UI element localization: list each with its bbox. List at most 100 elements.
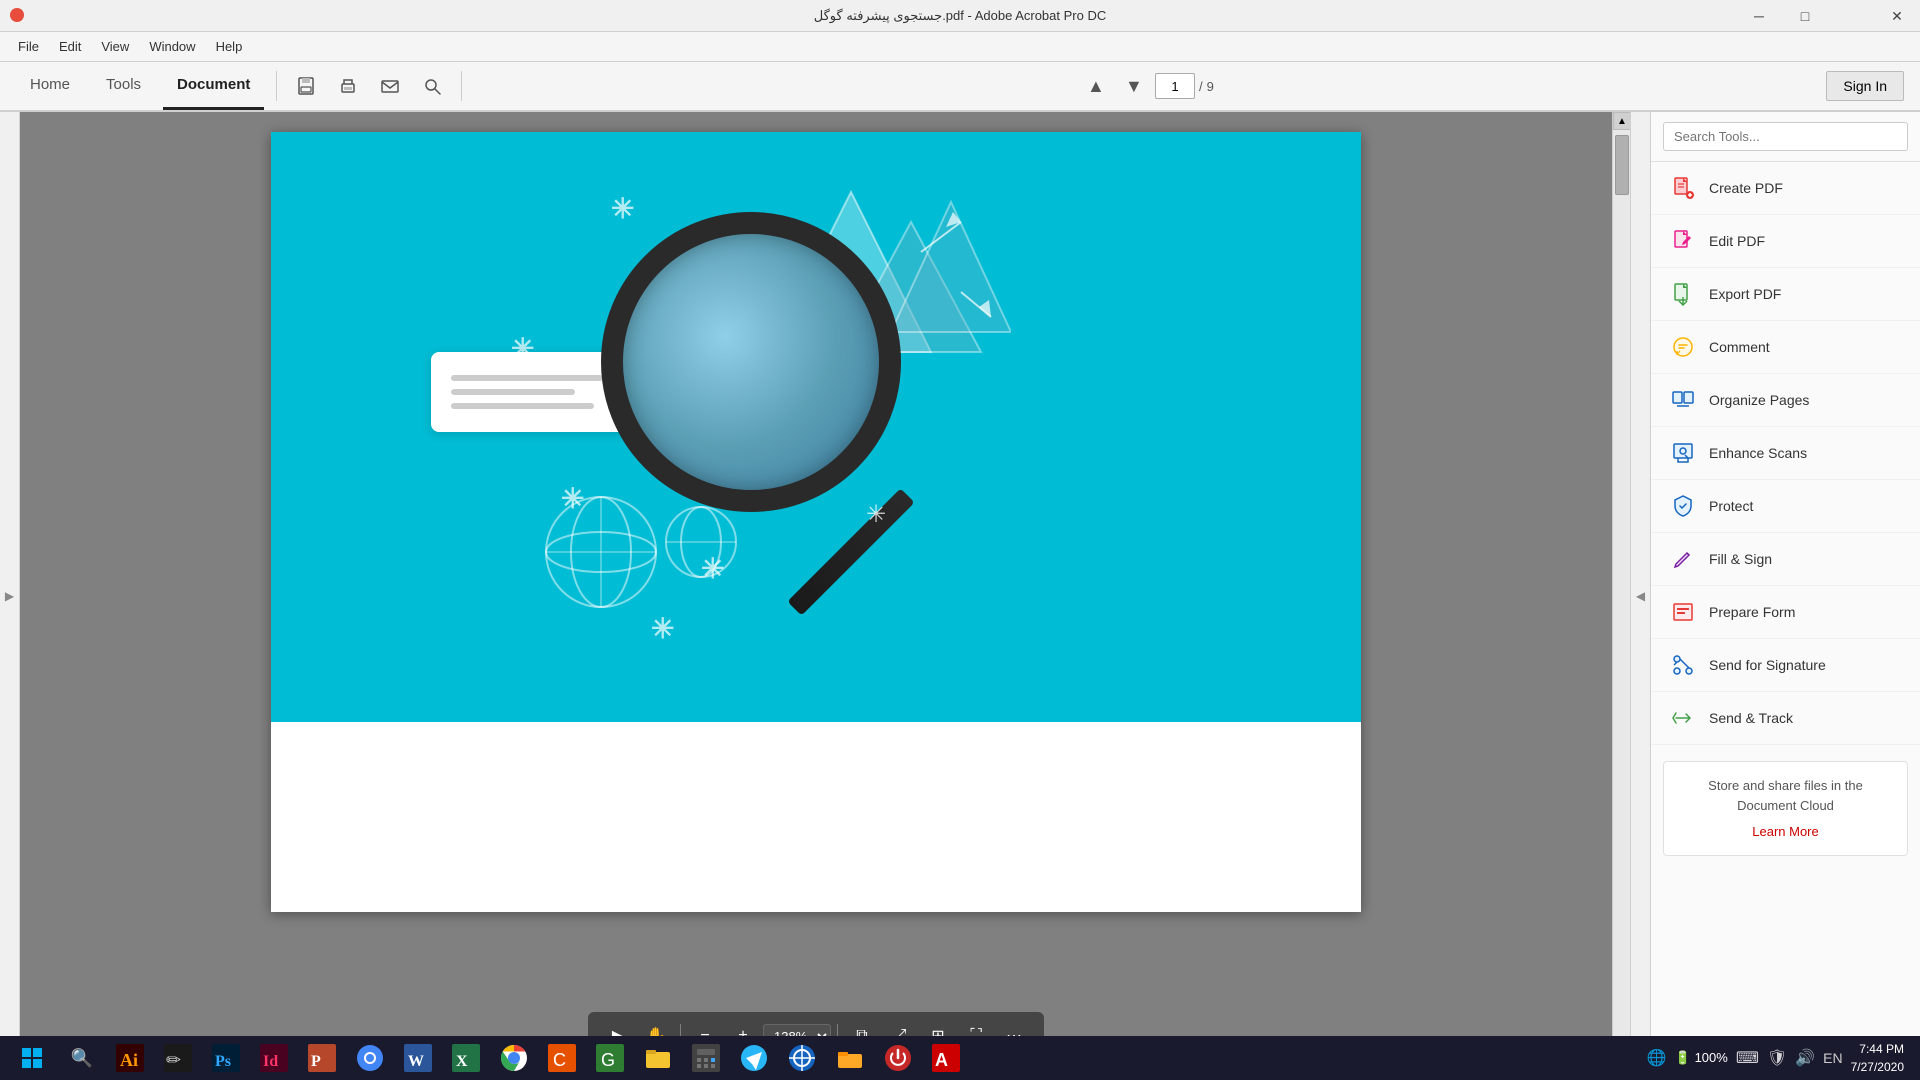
- search-line-3: [451, 403, 594, 409]
- search-button[interactable]: [415, 69, 449, 103]
- scroll-track[interactable]: [1613, 130, 1630, 1062]
- toolbar-separator: [276, 71, 277, 101]
- taskbar-word[interactable]: W: [396, 1036, 440, 1080]
- keyboard-icon[interactable]: ⌨: [1736, 1048, 1759, 1068]
- tab-document[interactable]: Document: [163, 62, 264, 110]
- start-button[interactable]: [8, 1038, 56, 1078]
- save-button[interactable]: [289, 69, 323, 103]
- sign-in-button[interactable]: Sign In: [1826, 71, 1904, 101]
- edit-pdf-label: Edit PDF: [1709, 233, 1765, 249]
- taskbar-shutdown[interactable]: [876, 1036, 920, 1080]
- taskbar: 🔍 Ai ✏ Ps Id P W X C G: [0, 1036, 1920, 1080]
- left-panel-toggle[interactable]: ▶: [0, 112, 20, 1080]
- enhance-scans-icon: [1669, 439, 1697, 467]
- tool-organize-pages[interactable]: Organize Pages: [1651, 374, 1920, 427]
- tool-comment[interactable]: Comment: [1651, 321, 1920, 374]
- print-button[interactable]: [331, 69, 365, 103]
- menu-edit[interactable]: Edit: [49, 35, 91, 58]
- protect-label: Protect: [1709, 498, 1753, 514]
- protect-icon: [1669, 492, 1697, 520]
- document-area: ✳ ✳ ✳ ✳ ✳ ✳: [20, 112, 1612, 1080]
- menu-view[interactable]: View: [91, 35, 139, 58]
- create-pdf-icon: [1669, 174, 1697, 202]
- next-page-button[interactable]: ▼: [1117, 69, 1151, 103]
- tool-send-track[interactable]: Send & Track: [1651, 692, 1920, 745]
- menu-file[interactable]: File: [8, 35, 49, 58]
- comment-icon: [1669, 333, 1697, 361]
- edit-pdf-icon: [1669, 227, 1697, 255]
- taskbar-chrome[interactable]: [492, 1036, 536, 1080]
- taskbar-browser[interactable]: [348, 1036, 392, 1080]
- tool-prepare-form[interactable]: Prepare Form: [1651, 586, 1920, 639]
- taskbar-photoshop[interactable]: Ps: [204, 1036, 248, 1080]
- menu-help[interactable]: Help: [206, 35, 253, 58]
- page-navigation: ▲ ▼ 1 / 9: [1079, 69, 1214, 103]
- tools-panel: Create PDF Edit PDF Export PDF Comment O: [1650, 112, 1920, 1080]
- tab-tools[interactable]: Tools: [92, 62, 155, 110]
- taskbar-app-green[interactable]: G: [588, 1036, 632, 1080]
- tool-fill-sign[interactable]: Fill & Sign: [1651, 533, 1920, 586]
- taskbar-folder[interactable]: [828, 1036, 872, 1080]
- pdf-illustration: ✳ ✳ ✳ ✳ ✳ ✳: [271, 132, 1361, 722]
- taskbar-app-orange[interactable]: C: [540, 1036, 584, 1080]
- send-signature-icon: [1669, 651, 1697, 679]
- svg-text:X: X: [456, 1053, 468, 1070]
- main-layout: ▶ ✳ ✳ ✳ ✳ ✳ ✳: [0, 112, 1920, 1080]
- svg-text:Ps: Ps: [215, 1053, 231, 1070]
- email-button[interactable]: [373, 69, 407, 103]
- taskbar-wacom[interactable]: ✏: [156, 1036, 200, 1080]
- tool-export-pdf[interactable]: Export PDF: [1651, 268, 1920, 321]
- taskbar-excel[interactable]: X: [444, 1036, 488, 1080]
- close-button[interactable]: ✕: [1874, 0, 1920, 32]
- comment-label: Comment: [1709, 339, 1770, 355]
- scrollbar: ▲ ▼: [1612, 112, 1630, 1080]
- svg-text:C: C: [553, 1050, 566, 1070]
- maximize-button[interactable]: □: [1782, 0, 1828, 32]
- fill-sign-icon: [1669, 545, 1697, 573]
- tools-search-input[interactable]: [1663, 122, 1908, 151]
- page-number-input[interactable]: 1: [1155, 73, 1195, 99]
- taskbar-illustrator[interactable]: Ai: [108, 1036, 152, 1080]
- promo-text: Store and share files in the Document Cl…: [1678, 776, 1893, 815]
- tool-protect[interactable]: Protect: [1651, 480, 1920, 533]
- tab-home[interactable]: Home: [16, 62, 84, 110]
- network-icon[interactable]: 🌐: [1647, 1048, 1667, 1068]
- scroll-up[interactable]: ▲: [1613, 112, 1631, 130]
- sound-icon[interactable]: 🔊: [1795, 1048, 1815, 1068]
- create-pdf-label: Create PDF: [1709, 180, 1783, 196]
- antivirus-icon[interactable]: 🛡: [1767, 1048, 1787, 1068]
- svg-text:W: W: [408, 1053, 424, 1070]
- taskbar-acrobat[interactable]: A: [924, 1036, 968, 1080]
- taskbar-indesign[interactable]: Id: [252, 1036, 296, 1080]
- taskbar-file-explorer[interactable]: [636, 1036, 680, 1080]
- svg-text:Id: Id: [263, 1053, 278, 1070]
- pdf-page: ✳ ✳ ✳ ✳ ✳ ✳: [271, 132, 1361, 912]
- prev-page-button[interactable]: ▲: [1079, 69, 1113, 103]
- battery-icon: 🔋 100%: [1675, 1050, 1728, 1066]
- toolbar: Home Tools Document ▲ ▼ 1 / 9 Sign In: [0, 62, 1920, 112]
- minimize-button[interactable]: ─: [1736, 0, 1782, 32]
- lang-icon[interactable]: EN: [1823, 1050, 1842, 1066]
- clock: 7:44 PM 7/27/2020: [1851, 1040, 1904, 1076]
- tool-send-signature[interactable]: Send for Signature: [1651, 639, 1920, 692]
- tool-enhance-scans[interactable]: Enhance Scans: [1651, 427, 1920, 480]
- svg-text:P: P: [311, 1053, 321, 1070]
- sparkle-5: ✳: [651, 612, 674, 645]
- taskbar-calculator[interactable]: [684, 1036, 728, 1080]
- prepare-form-label: Prepare Form: [1709, 604, 1795, 620]
- taskbar-browser2[interactable]: [780, 1036, 824, 1080]
- scroll-thumb[interactable]: [1615, 135, 1629, 195]
- menu-window[interactable]: Window: [139, 35, 205, 58]
- tools-search-container: [1651, 112, 1920, 162]
- right-panel-toggle[interactable]: ◀: [1630, 112, 1650, 1080]
- learn-more-link[interactable]: Learn More: [1752, 824, 1818, 839]
- export-pdf-label: Export PDF: [1709, 286, 1781, 302]
- taskbar-powerpoint[interactable]: P: [300, 1036, 344, 1080]
- taskbar-search[interactable]: 🔍: [60, 1036, 104, 1080]
- tool-create-pdf[interactable]: Create PDF: [1651, 162, 1920, 215]
- magnifier-handle: [787, 488, 914, 615]
- tool-edit-pdf[interactable]: Edit PDF: [1651, 215, 1920, 268]
- taskbar-telegram[interactable]: [732, 1036, 776, 1080]
- time-display: 7:44 PM: [1851, 1040, 1904, 1058]
- sparkle-1: ✳: [611, 192, 634, 225]
